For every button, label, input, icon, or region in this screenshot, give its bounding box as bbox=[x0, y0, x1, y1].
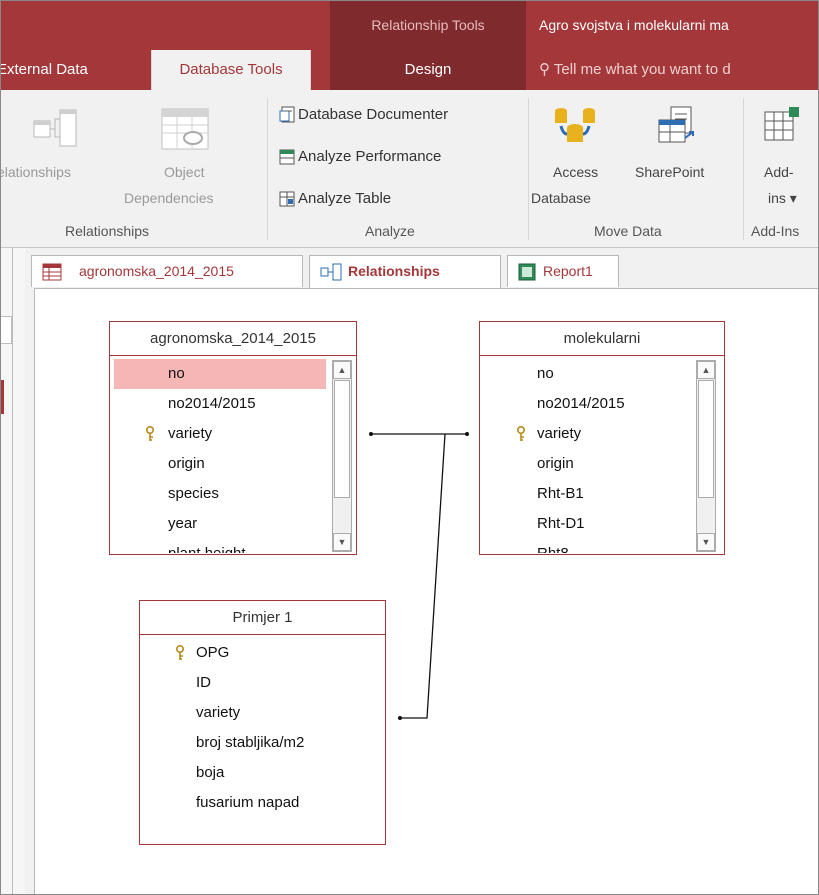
access-window: Relationship Tools Agro svojstva i molek… bbox=[0, 0, 819, 895]
relationship-agronomska-molekularni[interactable] bbox=[369, 432, 469, 436]
relationship-lines bbox=[369, 432, 469, 720]
relationship-primjer-molekularni[interactable] bbox=[398, 433, 446, 720]
